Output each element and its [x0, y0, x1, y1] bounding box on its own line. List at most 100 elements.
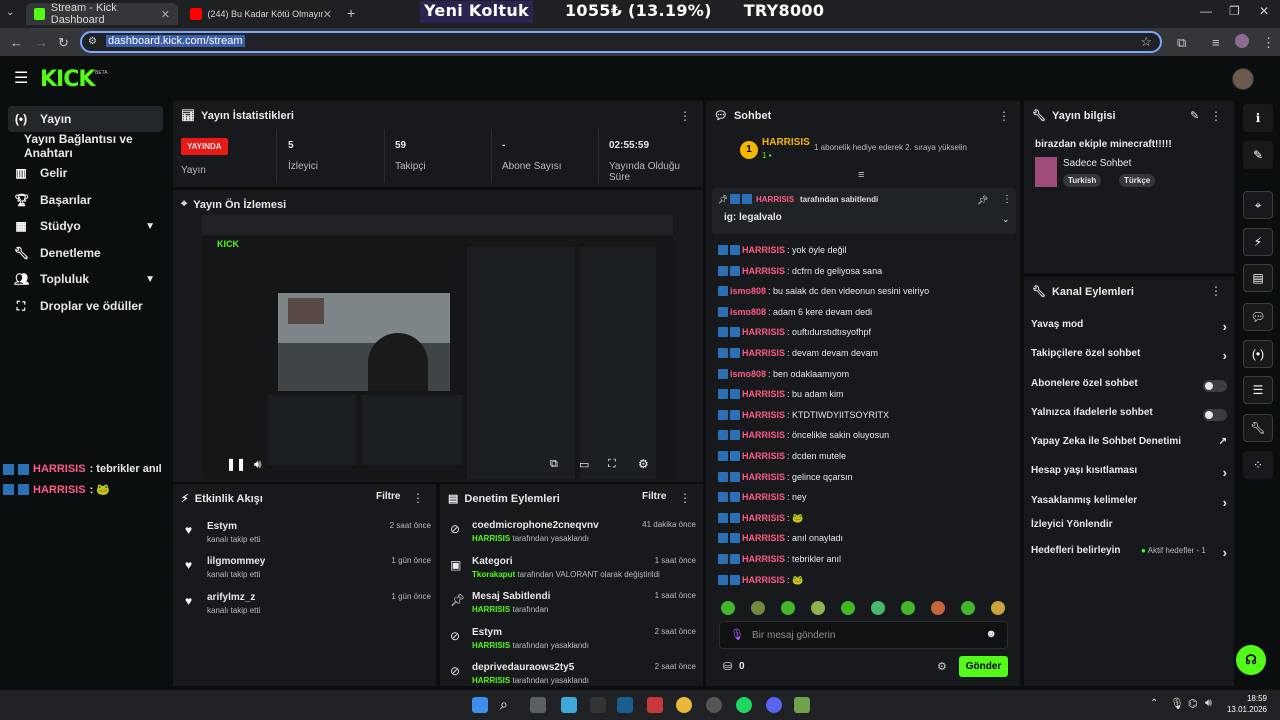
media-icon[interactable]: ≡ — [1212, 35, 1220, 50]
emoji-icon[interactable]: ☻ — [985, 628, 997, 640]
chat-settings-icon[interactable]: ⚙ — [937, 660, 947, 673]
profile-icon[interactable] — [1235, 34, 1249, 48]
chevron-down-icon[interactable]: ⌄ — [1002, 214, 1010, 225]
raid-row[interactable]: İzleyici Yönlendir — [1031, 519, 1227, 539]
url-field[interactable]: ⚙ dashboard.kick.com/stream ☆ — [80, 31, 1162, 53]
filter-lines-icon[interactable]: ≡ — [858, 169, 864, 181]
settings-gear-icon[interactable]: ⚙ — [638, 457, 649, 471]
kick-logo[interactable]: KICK — [40, 67, 95, 92]
windows-start-icon[interactable] — [472, 697, 488, 713]
volume-icon[interactable]: 🔊︎ — [1205, 697, 1212, 710]
search-icon[interactable]: ⌕ — [500, 696, 508, 713]
emote-icon[interactable] — [781, 601, 795, 615]
more-options-icon[interactable]: ⋮ — [679, 491, 691, 505]
mod-user[interactable]: HARRISIS — [472, 605, 510, 614]
mod-user[interactable]: HARRISIS — [472, 676, 510, 685]
back-icon[interactable]: ← — [10, 35, 23, 50]
emote-icon[interactable] — [721, 601, 735, 615]
chat-username[interactable]: HARRISIS — [742, 492, 785, 502]
mod-user[interactable]: HARRISIS — [472, 641, 510, 650]
emote-icon[interactable] — [811, 601, 825, 615]
banned-words-row[interactable]: Yasaklanmış kelimeler › — [1031, 495, 1227, 515]
close-icon[interactable]: ✕ — [161, 8, 170, 21]
tag[interactable]: Türkçe — [1119, 174, 1156, 187]
slow-mode-row[interactable]: Yavaş mod › — [1031, 319, 1227, 339]
emote-icon[interactable] — [931, 601, 945, 615]
emote-icon[interactable] — [871, 601, 885, 615]
lightning-icon[interactable]: ⚡︎ — [1243, 228, 1273, 256]
chat-username[interactable]: ismo808 — [730, 369, 766, 379]
filter-button[interactable]: Filtre — [376, 491, 400, 502]
chat-username[interactable]: HARRISIS — [742, 451, 785, 461]
close-window-icon[interactable]: ✕ — [1259, 4, 1269, 18]
menu-kebab-icon[interactable]: ⋮ — [1262, 35, 1275, 51]
followers-only-row[interactable]: Takipçilere özel sohbet › — [1031, 348, 1227, 368]
more-options-icon[interactable]: ⋮ — [1210, 109, 1222, 123]
tab-search-icon[interactable]: ⌄ — [6, 7, 14, 18]
emote-icon[interactable] — [751, 601, 765, 615]
chat-username[interactable]: HARRISIS — [742, 389, 785, 399]
sidebar-item-stream-key[interactable]: Yayın Bağlantısı ve Anahtarı — [18, 132, 173, 160]
support-headset-icon[interactable]: ☊ — [1236, 645, 1266, 675]
pinned-by-user[interactable]: HARRISIS — [756, 195, 794, 204]
more-options-icon[interactable]: ⋮ — [1210, 284, 1222, 298]
unpin-icon[interactable]: 📌︎ — [977, 195, 988, 206]
steam-icon[interactable] — [617, 697, 633, 713]
chat-bubble-icon[interactable]: 💬︎ — [1243, 303, 1273, 331]
chat-username[interactable]: HARRISIS — [742, 533, 785, 543]
app-icon[interactable] — [706, 697, 722, 713]
emote-icon[interactable] — [991, 601, 1005, 615]
sidebar-item-studyo[interactable]: ▦ Stüdyo ▼ — [8, 213, 163, 239]
sidebar-item-yayin[interactable]: (•) Yayın — [8, 106, 163, 132]
sidebar-item-droplar[interactable]: ⛶ Droplar ve ödüller — [8, 293, 163, 319]
mod-target[interactable]: Estym — [472, 627, 502, 638]
info-icon[interactable]: ℹ︎ — [1243, 104, 1273, 132]
discord-icon[interactable] — [766, 697, 782, 713]
emote-icon[interactable] — [961, 601, 975, 615]
task-view-icon[interactable] — [530, 697, 546, 713]
microphone-icon[interactable]: 🎙︎ — [1170, 697, 1184, 710]
filter-button[interactable]: Filtre — [642, 491, 666, 502]
edit-icon[interactable]: ✎ — [1190, 109, 1199, 122]
wrench-icon[interactable]: 🔧︎ — [1243, 414, 1273, 442]
more-options-icon[interactable]: ⋮ — [998, 109, 1010, 123]
chat-username[interactable]: HARRISIS — [742, 266, 785, 276]
close-icon[interactable]: ✕ — [323, 8, 332, 21]
more-options-icon[interactable]: ⋮ — [1002, 194, 1012, 205]
app-icon[interactable] — [647, 697, 663, 713]
chat-username[interactable]: ismo808 — [730, 286, 766, 296]
focus-icon[interactable]: ⌖ — [1243, 191, 1273, 219]
chrome-icon[interactable] — [676, 697, 692, 713]
mod-user[interactable]: HARRISIS — [472, 534, 510, 543]
emote-icon[interactable] — [841, 601, 855, 615]
epic-games-icon[interactable] — [590, 697, 606, 713]
more-options-icon[interactable]: ⋮ — [412, 491, 424, 505]
bookmark-star-icon[interactable]: ☆ — [1140, 34, 1152, 50]
extensions-icon[interactable]: ⧉ — [1177, 35, 1186, 51]
site-info-icon[interactable]: ⚙ — [88, 36, 97, 47]
chat-username[interactable]: HARRISIS — [742, 472, 785, 482]
new-tab-icon[interactable]: + — [347, 5, 355, 21]
goals-row[interactable]: Hedefleri belirleyin ● Aktif hedefler - … — [1031, 545, 1227, 565]
ai-moderation-row[interactable]: Yapay Zeka ile Sohbet Denetimi ↗ — [1031, 436, 1227, 456]
pip-icon[interactable]: ⧉ — [550, 458, 558, 471]
minimize-icon[interactable]: — — [1200, 4, 1212, 18]
chat-username[interactable]: HARRISIS — [742, 245, 785, 255]
broadcast-icon[interactable]: (•) — [1243, 340, 1273, 368]
chat-username[interactable]: HARRISIS — [742, 554, 785, 564]
layout-icon[interactable]: ☰ — [1243, 376, 1273, 404]
spotify-icon[interactable] — [736, 697, 752, 713]
pencil-icon[interactable]: ✎ — [1243, 141, 1273, 169]
gift-promo-text[interactable]: 1 abonelik hediye ederek 2. sıraya yükse… — [814, 143, 967, 152]
chat-input[interactable]: 🎙︎ Bir mesaj gönderin ☻ — [719, 621, 1008, 649]
chat-username[interactable]: HARRISIS — [742, 327, 785, 337]
sidebar-item-topluluk[interactable]: 👥︎ Topluluk ▼ — [8, 266, 163, 292]
forward-icon[interactable]: → — [35, 35, 48, 50]
minecraft-icon[interactable] — [794, 697, 810, 713]
mod-target[interactable]: deprivedauraows2ty5 — [472, 662, 574, 673]
sidebar-item-gelir[interactable]: ▥ Gelir — [8, 160, 163, 186]
send-button[interactable]: Gönder — [959, 656, 1008, 677]
document-icon[interactable]: ▤ — [1243, 264, 1273, 292]
mod-user[interactable]: Tkorakaput — [472, 570, 515, 579]
points-icon[interactable]: ⛁ — [723, 660, 732, 673]
